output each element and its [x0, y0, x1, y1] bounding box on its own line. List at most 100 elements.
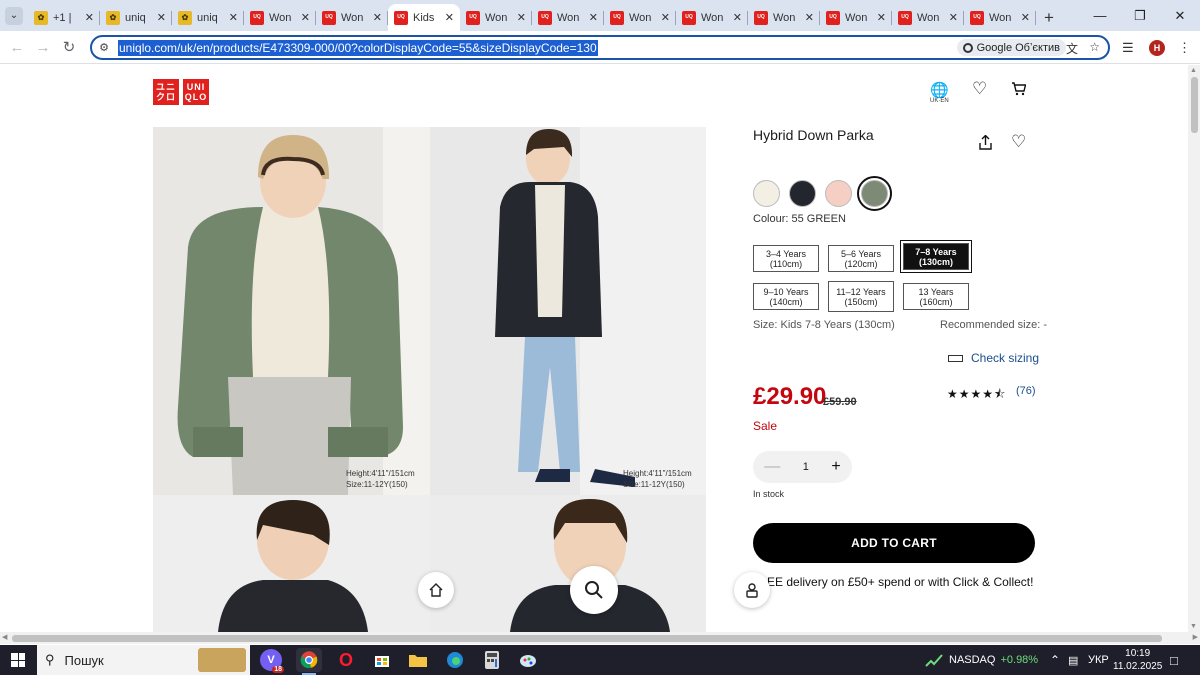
- browser-tab[interactable]: UQ Won ✕: [532, 4, 604, 31]
- browser-tab[interactable]: UQ Won ✕: [244, 4, 316, 31]
- vertical-scroll-thumb[interactable]: [1191, 77, 1198, 133]
- browser-tab[interactable]: UQ Kids ✕: [388, 4, 460, 31]
- translate-icon[interactable]: 文: [1066, 40, 1078, 57]
- minus-icon[interactable]: —: [764, 458, 780, 476]
- browser-tab[interactable]: UQ Won ✕: [316, 4, 388, 31]
- product-photo-front-portrait[interactable]: [430, 495, 706, 632]
- tab-close-icon[interactable]: ✕: [661, 11, 670, 24]
- scroll-right-icon[interactable]: ▶: [1193, 633, 1198, 641]
- review-count-link[interactable]: (76): [1016, 385, 1036, 397]
- colour-swatch[interactable]: [753, 180, 780, 207]
- tab-search-button[interactable]: ⌄: [0, 0, 28, 31]
- opera-icon[interactable]: O: [333, 648, 359, 672]
- calculator-icon[interactable]: [479, 648, 505, 672]
- browser-tab[interactable]: UQ Won ✕: [676, 4, 748, 31]
- size-option-button[interactable]: 9–10 Years (140cm): [753, 283, 819, 310]
- search-fab[interactable]: [570, 566, 618, 614]
- product-photo-black-parka[interactable]: Height:4'11"/151cm Size:11-12Y(150): [430, 127, 706, 495]
- profile-avatar[interactable]: H: [1149, 39, 1165, 56]
- tab-close-icon[interactable]: ✕: [589, 11, 598, 24]
- browser-tab[interactable]: ✿ +1 | ✕: [28, 4, 100, 31]
- forward-button[interactable]: →: [30, 34, 56, 60]
- tab-close-icon[interactable]: ✕: [85, 11, 94, 24]
- wishlist-heart-icon[interactable]: ♡: [972, 79, 987, 99]
- browser-tab[interactable]: UQ Won ✕: [748, 4, 820, 31]
- input-language[interactable]: УКР: [1088, 645, 1109, 675]
- site-info-icon[interactable]: ⚙: [92, 41, 116, 54]
- vertical-scrollbar[interactable]: ▲ ▼: [1188, 65, 1200, 632]
- plus-icon[interactable]: +: [831, 458, 840, 476]
- address-bar[interactable]: ⚙ uniqlo.com/uk/en/products/E473309-000/…: [90, 35, 1110, 60]
- restore-icon[interactable]: ❐: [1120, 0, 1160, 31]
- minimize-icon[interactable]: —: [1080, 0, 1120, 31]
- viber-icon[interactable]: V 18: [260, 649, 284, 673]
- scroll-up-icon[interactable]: ▲: [1190, 67, 1197, 74]
- colour-swatch[interactable]: [857, 176, 892, 211]
- tab-close-icon[interactable]: ✕: [229, 11, 238, 24]
- tab-close-icon[interactable]: ✕: [517, 11, 526, 24]
- edge-icon[interactable]: [442, 648, 468, 672]
- browser-tab[interactable]: UQ Won ✕: [892, 4, 964, 31]
- cart-icon[interactable]: [1011, 81, 1027, 100]
- check-sizing-link[interactable]: Check sizing: [948, 351, 1039, 365]
- scroll-left-icon[interactable]: ◀: [2, 633, 7, 641]
- stock-widget[interactable]: NASDAQ +0.98%: [925, 645, 1038, 675]
- store-icon[interactable]: [369, 648, 395, 672]
- product-photo-green-parka[interactable]: Height:4'11"/151cm Size:11-12Y(150): [153, 127, 430, 495]
- start-button[interactable]: [0, 645, 36, 675]
- product-photo-back-view[interactable]: [153, 495, 430, 632]
- tab-close-icon[interactable]: ✕: [157, 11, 166, 24]
- close-window-icon[interactable]: ✕: [1160, 0, 1200, 31]
- size-cm: (160cm): [919, 296, 953, 307]
- media-control-icon[interactable]: ☰: [1122, 31, 1134, 64]
- colour-swatch[interactable]: [825, 180, 852, 207]
- size-option-button[interactable]: 11–12 Years (150cm): [828, 281, 894, 312]
- browser-tab[interactable]: ✿ uniq ✕: [172, 4, 244, 31]
- horizontal-scrollbar[interactable]: ◀ ▶: [0, 632, 1200, 644]
- horizontal-scroll-thumb[interactable]: [12, 635, 1162, 642]
- back-button[interactable]: ←: [4, 34, 30, 60]
- system-clock[interactable]: 10:19 11.02.2025: [1113, 647, 1162, 673]
- size-option-button[interactable]: 7–8 Years (130cm): [900, 240, 972, 273]
- account-fab[interactable]: [734, 572, 770, 608]
- file-explorer-icon[interactable]: [405, 648, 431, 672]
- uniqlo-logo[interactable]: ユニ クロ UNI QLO: [153, 79, 209, 105]
- home-fab[interactable]: [418, 572, 454, 608]
- network-icon[interactable]: ▤: [1068, 645, 1078, 675]
- size-option-button[interactable]: 5–6 Years (120cm): [828, 245, 894, 272]
- tab-close-icon[interactable]: ✕: [301, 11, 310, 24]
- url-text[interactable]: uniqlo.com/uk/en/products/E473309-000/00…: [118, 39, 598, 56]
- share-icon[interactable]: [978, 134, 993, 154]
- tab-close-icon[interactable]: ✕: [373, 11, 382, 24]
- tab-label: Won: [269, 11, 292, 24]
- reload-button[interactable]: ↻: [56, 34, 82, 60]
- browser-tab[interactable]: UQ Won ✕: [460, 4, 532, 31]
- browser-tab[interactable]: UQ Won ✕: [964, 4, 1036, 31]
- browser-tab[interactable]: UQ Won ✕: [604, 4, 676, 31]
- region-selector[interactable]: 🌐 UK·EN: [930, 81, 949, 104]
- tab-close-icon[interactable]: ✕: [733, 11, 742, 24]
- google-lens-button[interactable]: Google Обʼєктив: [956, 39, 1066, 56]
- tab-close-icon[interactable]: ✕: [949, 11, 958, 24]
- chrome-icon[interactable]: [296, 648, 322, 675]
- size-option-button[interactable]: 3–4 Years (110cm): [753, 245, 819, 272]
- tab-close-icon[interactable]: ✕: [805, 11, 814, 24]
- paint-icon[interactable]: [515, 648, 541, 672]
- browser-tab[interactable]: UQ Won ✕: [820, 4, 892, 31]
- show-hidden-icons-chevron-up-icon[interactable]: ⌃: [1050, 645, 1060, 675]
- favorite-heart-icon[interactable]: ♡: [1011, 132, 1026, 152]
- add-to-cart-button[interactable]: ADD TO CART: [753, 523, 1035, 563]
- bookmark-star-icon[interactable]: ☆: [1089, 40, 1100, 54]
- rating-stars[interactable]: ★★★★⯪: [947, 385, 1006, 406]
- tab-close-icon[interactable]: ✕: [1021, 11, 1030, 24]
- browser-tab[interactable]: ✿ uniq ✕: [100, 4, 172, 31]
- new-tab-button[interactable]: +: [1036, 4, 1062, 31]
- taskbar-search[interactable]: ⚲ Пошук: [37, 645, 250, 675]
- size-option-button[interactable]: 13 Years (160cm): [903, 283, 969, 310]
- notifications-icon[interactable]: □: [1170, 645, 1178, 675]
- colour-swatch[interactable]: [789, 180, 816, 207]
- scroll-down-icon[interactable]: ▼: [1190, 623, 1197, 630]
- tab-close-icon[interactable]: ✕: [445, 11, 454, 24]
- tab-close-icon[interactable]: ✕: [877, 11, 886, 24]
- browser-menu-icon[interactable]: ⋮: [1178, 31, 1191, 64]
